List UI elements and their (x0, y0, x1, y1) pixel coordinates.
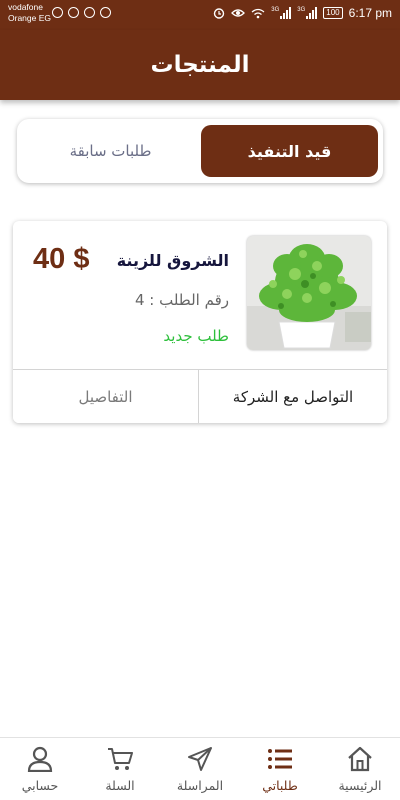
carrier: vodafone Orange EG (8, 2, 51, 24)
status-right: 3G 3G 100 6:17 pm (213, 6, 392, 20)
status-bar: vodafone Orange EG 3G 3G 100 6:17 pm (0, 0, 400, 30)
carrier-line2: Orange EG (8, 13, 51, 23)
nav-my-orders[interactable]: طلباتي (240, 738, 320, 800)
chat-icon (100, 7, 111, 18)
tab-in-progress[interactable]: قيد التنفيذ (201, 125, 378, 177)
battery-icon: 100 (323, 7, 343, 19)
carrier-line1: vodafone (8, 2, 43, 12)
alarm-icon (214, 8, 225, 19)
eye-icon (231, 9, 246, 17)
network-type-2: 3G (297, 7, 306, 13)
user-icon (27, 746, 53, 772)
nav-messages[interactable]: المراسلة (160, 738, 240, 800)
details-button[interactable]: التفاصيل (13, 370, 199, 423)
send-icon (188, 747, 212, 771)
nav-cart-label: السلة (105, 778, 135, 793)
network-type-1: 3G (271, 7, 280, 13)
signal-icon (280, 7, 292, 19)
order-card: الشروق للزينة 40 $ رقم الطلب : 4 طلب جدي… (13, 221, 387, 423)
cart-icon (108, 748, 133, 770)
list-icon (268, 749, 292, 769)
notification-icons (52, 7, 111, 18)
nav-account-label: حسابي (21, 778, 59, 793)
signal-icon (306, 7, 318, 19)
home-icon (348, 746, 372, 772)
messenger-icon (84, 7, 95, 18)
order-number: رقم الطلب : 4 (134, 291, 229, 309)
nav-account[interactable]: حسابي (0, 738, 80, 800)
nav-cart[interactable]: السلة (80, 738, 160, 800)
app-header: المنتجات (0, 30, 400, 100)
clock: 6:17 pm (348, 6, 392, 20)
nav-home-label: الرئيسية (338, 778, 382, 793)
whatsapp-icon (68, 7, 79, 18)
nav-home[interactable]: الرئيسية (320, 738, 400, 800)
order-price: 40 $ (33, 243, 90, 275)
company-name: الشروق للزينة (116, 251, 229, 270)
page-title: المنتجات (150, 52, 250, 78)
nav-messages-label: المراسلة (176, 778, 224, 793)
card-actions: التفاصيل التواصل مع الشركة (13, 369, 387, 423)
usb-icon (52, 7, 63, 18)
wifi-icon (251, 8, 265, 18)
tab-previous-orders[interactable]: طلبات سابقة (22, 125, 199, 177)
product-image (247, 236, 371, 350)
order-status: طلب جديد (163, 327, 229, 345)
bottom-nav: حسابي السلة المراسلة طلباتي الرئيسية (0, 737, 400, 800)
contact-company-button[interactable]: التواصل مع الشركة (199, 370, 387, 423)
order-tabs: طلبات سابقة قيد التنفيذ (17, 119, 383, 183)
nav-my-orders-label: طلباتي (262, 778, 298, 793)
